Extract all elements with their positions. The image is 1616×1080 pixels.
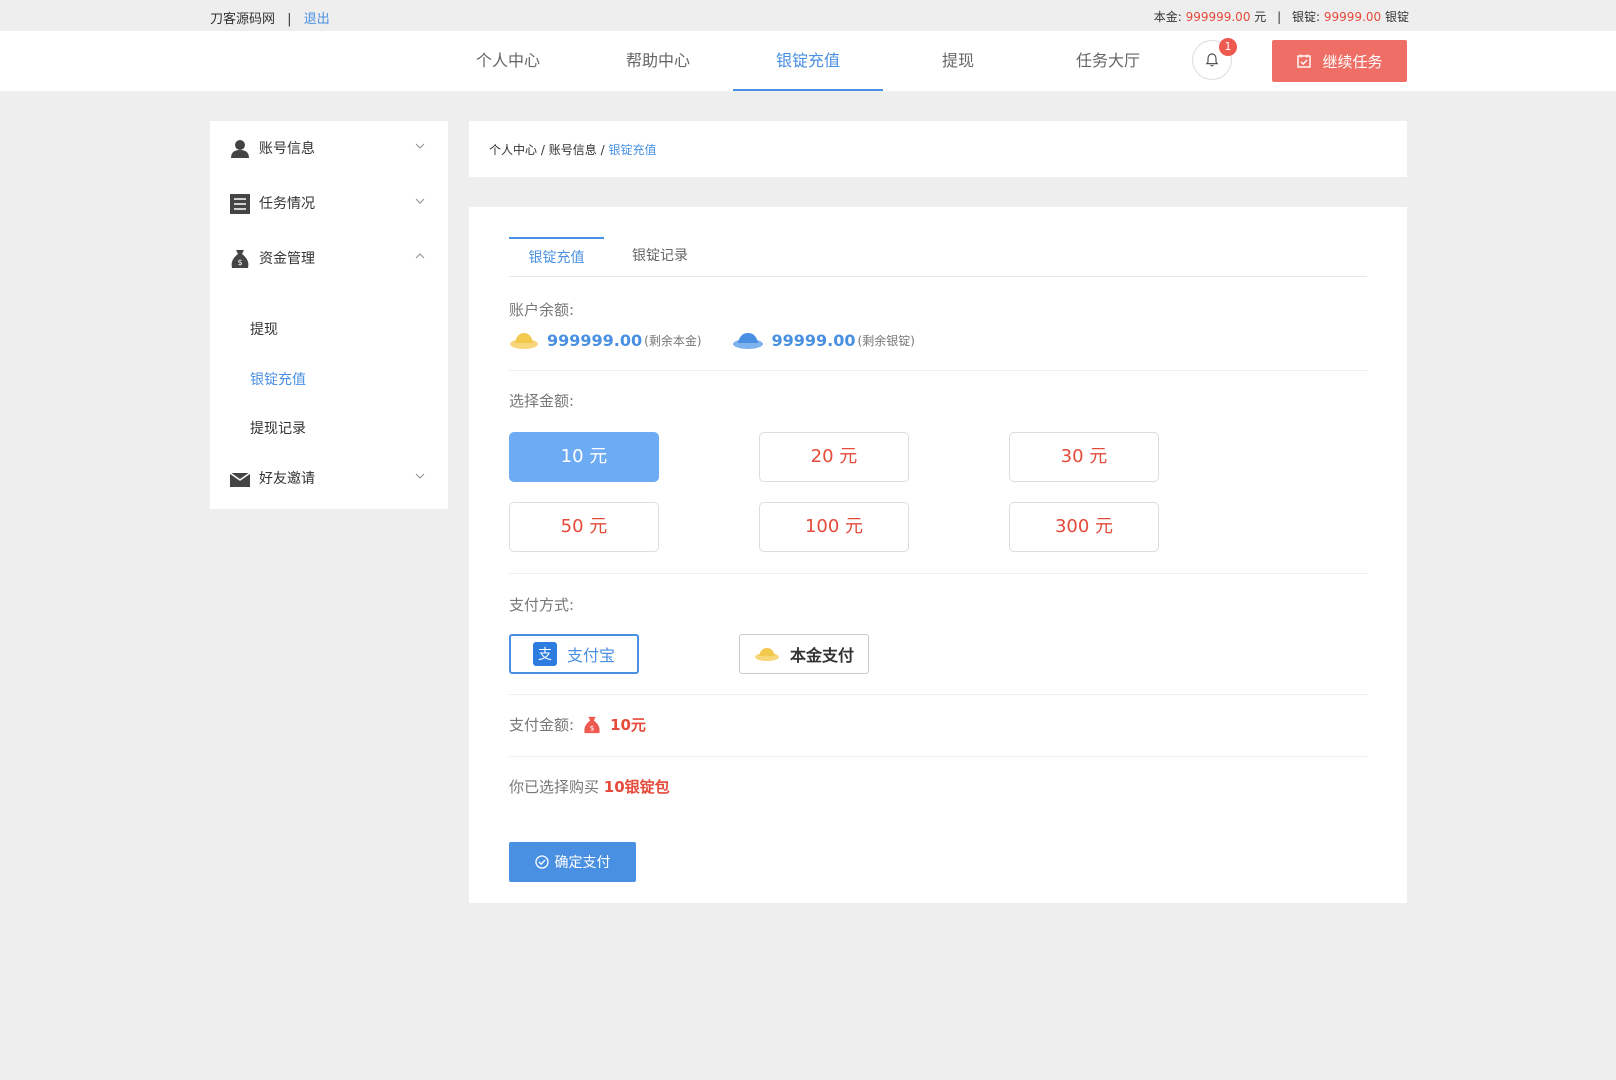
ingot-unit: 银锭 xyxy=(1384,10,1409,24)
tab-ingot-recharge[interactable]: 银锭充值 xyxy=(509,237,604,277)
balance-row: 999999.00 (剩余本金) 99999.00 (剩余银锭) xyxy=(509,330,915,350)
principal-balance-note: (剩余本金) xyxy=(644,333,702,348)
continue-task-button[interactable]: 继续任务 xyxy=(1272,40,1407,82)
confirm-payment-button[interactable]: 确定支付 xyxy=(509,842,636,882)
list-icon xyxy=(230,194,250,214)
check-circle-icon xyxy=(534,855,549,869)
sidebar-item-label: 好友邀请 xyxy=(259,471,315,487)
money-bag-icon: $ xyxy=(231,250,249,268)
principal-unit: 元 xyxy=(1254,10,1267,24)
breadcrumb-current: 银锭充值 xyxy=(608,143,657,157)
amount-label: 选择金额: xyxy=(509,392,575,410)
ingot-balance: 99999.00 xyxy=(771,330,856,350)
sidebar-item-invite-friends[interactable]: 好友邀请 xyxy=(210,458,448,498)
pay-amount-row: 支付金额: $ 10元 xyxy=(509,714,646,735)
tab-bar: 银锭充值 银锭记录 xyxy=(509,237,1367,277)
silver-ingot-icon xyxy=(732,333,763,349)
purchase-summary: 你已选择购买 10银锭包 xyxy=(509,776,670,797)
sidebar-item-label: 资金管理 xyxy=(259,251,315,267)
svg-text:支: 支 xyxy=(538,647,552,663)
chevron-down-icon xyxy=(415,198,425,204)
calendar-check-icon xyxy=(1297,54,1312,68)
amount-option-100[interactable]: 100 元 xyxy=(759,502,909,552)
sidebar-item-account-info[interactable]: 账号信息 xyxy=(210,128,448,168)
nav-ingot-recharge[interactable]: 银锭充值 xyxy=(733,31,883,91)
top-separator: | xyxy=(287,12,292,27)
payment-alipay-label: 支付宝 xyxy=(566,646,615,665)
site-name: 刀客源码网 xyxy=(210,12,276,27)
breadcrumb-separator: / xyxy=(600,143,605,157)
breadcrumb-personal-center[interactable]: 个人中心 xyxy=(489,143,537,157)
nav-personal-center[interactable]: 个人中心 xyxy=(433,31,583,91)
account-summary: 本金: 999999.00 元 | 银锭: 99999.00 银锭 xyxy=(1154,8,1409,25)
chevron-up-icon xyxy=(415,253,425,259)
ingot-label: 银锭: xyxy=(1292,10,1321,24)
purchase-prefix: 你已选择购买 xyxy=(509,778,600,796)
continue-task-label: 继续任务 xyxy=(1322,52,1383,71)
nav-withdraw[interactable]: 提现 xyxy=(883,31,1033,91)
logout-link[interactable]: 退出 xyxy=(304,12,330,27)
sidebar-subitem-withdraw-records[interactable]: 提现记录 xyxy=(250,418,306,438)
amount-option-300[interactable]: 300 元 xyxy=(1009,502,1159,552)
gold-ingot-icon xyxy=(510,333,538,349)
sidebar-subitem-ingot-recharge[interactable]: 银锭充值 xyxy=(250,369,306,389)
amount-option-50[interactable]: 50 元 xyxy=(509,502,659,552)
recharge-panel: 银锭充值 银锭记录 账户余额: 999999.00 (剩余本金) 99999.0… xyxy=(469,207,1407,903)
pay-amount-value: 10元 xyxy=(610,716,646,734)
gold-ingot-icon xyxy=(754,648,779,661)
sidebar-item-label: 任务情况 xyxy=(259,196,315,212)
ingot-balance-note: (剩余银锭) xyxy=(857,333,915,348)
purchase-value: 10银锭包 xyxy=(603,778,670,796)
chevron-down-icon xyxy=(415,473,425,479)
principal-label: 本金: xyxy=(1153,10,1182,24)
sidebar-item-task-status[interactable]: 任务情况 xyxy=(210,183,448,223)
amount-option-10[interactable]: 10 元 xyxy=(509,432,659,482)
main-header: 个人中心 帮助中心 银锭充值 提现 任务大厅 1 继续任务 xyxy=(0,31,1616,91)
amount-option-30[interactable]: 30 元 xyxy=(1009,432,1159,482)
ingot-value: 99999.00 xyxy=(1323,10,1382,24)
payment-method-label: 支付方式: xyxy=(509,596,575,614)
summary-separator: | xyxy=(1277,10,1282,24)
balance-label: 账户余额: xyxy=(509,301,575,319)
divider xyxy=(509,370,1367,371)
sidebar-item-fund-management[interactable]: $ 资金管理 xyxy=(210,238,448,278)
envelope-icon xyxy=(229,472,251,487)
pay-amount-label: 支付金额: xyxy=(509,716,575,734)
breadcrumb-separator: / xyxy=(540,143,545,157)
confirm-payment-label: 确定支付 xyxy=(554,855,611,871)
payment-principal-label: 本金支付 xyxy=(789,646,854,665)
tab-ingot-records[interactable]: 银锭记录 xyxy=(619,237,701,277)
sidebar-subitem-withdraw[interactable]: 提现 xyxy=(250,319,278,339)
principal-value: 999999.00 xyxy=(1185,10,1251,24)
payment-principal-button[interactable]: 本金支付 xyxy=(739,634,869,674)
alipay-icon: 支 xyxy=(532,642,557,666)
sidebar: 账号信息 任务情况 $ 资金管理 提现 银锭充值 提现记录 好友邀请 xyxy=(210,121,448,509)
nav-task-hall[interactable]: 任务大厅 xyxy=(1033,31,1183,91)
divider xyxy=(509,573,1367,574)
user-icon xyxy=(231,140,249,158)
svg-text:$: $ xyxy=(590,723,595,732)
notification-button[interactable]: 1 xyxy=(1192,38,1237,80)
payment-alipay-button[interactable]: 支 支付宝 xyxy=(509,634,639,674)
bell-icon xyxy=(1205,53,1219,67)
divider xyxy=(509,756,1367,757)
breadcrumb: 个人中心 / 账号信息 / 银锭充值 xyxy=(469,121,1407,177)
svg-text:$: $ xyxy=(237,258,242,267)
notification-badge: 1 xyxy=(1219,38,1237,56)
chevron-down-icon xyxy=(415,143,425,149)
nav-help-center[interactable]: 帮助中心 xyxy=(583,31,733,91)
breadcrumb-account-info[interactable]: 账号信息 xyxy=(549,143,597,157)
top-left: 刀客源码网 | 退出 xyxy=(210,8,330,27)
principal-balance: 999999.00 xyxy=(547,330,643,350)
money-bag-icon: $ xyxy=(584,716,600,733)
sidebar-item-label: 账号信息 xyxy=(259,141,315,157)
top-strip: 刀客源码网 | 退出 本金: 999999.00 元 | 银锭: 99999.0… xyxy=(0,0,1616,31)
amount-option-20[interactable]: 20 元 xyxy=(759,432,909,482)
divider xyxy=(509,694,1367,695)
